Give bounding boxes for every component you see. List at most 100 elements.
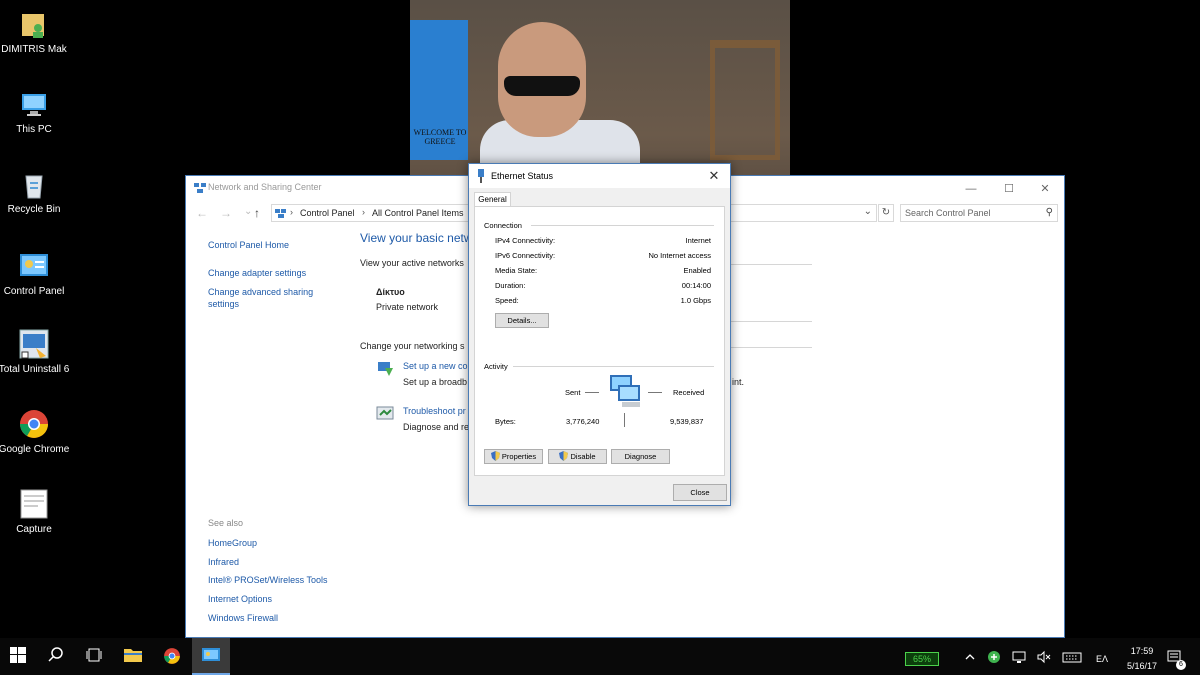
sent-line bbox=[585, 392, 599, 393]
details-button[interactable]: Details... bbox=[495, 313, 549, 328]
uac-shield-icon bbox=[559, 451, 569, 461]
input-language-indicator[interactable]: ΕΛ bbox=[1096, 654, 1108, 664]
recent-locations-icon[interactable]: ⌄ bbox=[244, 206, 252, 217]
network-activity-icon bbox=[610, 375, 640, 407]
start-button[interactable] bbox=[0, 638, 38, 675]
back-arrow-icon[interactable]: ← bbox=[196, 206, 208, 220]
breadcrumb-all-items[interactable]: All Control Panel Items bbox=[372, 208, 464, 218]
media-state-value: Enabled bbox=[683, 266, 711, 275]
dialog-close-button[interactable]: Close bbox=[673, 484, 727, 501]
properties-button[interactable]: Properties bbox=[484, 449, 543, 464]
desktop-icon-recycle-bin[interactable]: Recycle Bin bbox=[0, 168, 70, 216]
up-arrow-icon[interactable]: ↑ bbox=[254, 206, 260, 220]
media-state-label: Media State: bbox=[495, 266, 538, 275]
taskbar bbox=[0, 638, 1200, 675]
desktop-icon-total-uninstall[interactable]: Total Uninstall 6 bbox=[0, 328, 70, 376]
control-panel-home-link[interactable]: Control Panel Home bbox=[208, 239, 289, 251]
chrome-taskbar-button[interactable] bbox=[153, 638, 191, 675]
notification-count-badge: 6 bbox=[1176, 660, 1186, 670]
network-name: Δίκτυο bbox=[376, 287, 405, 297]
see-also-heading: See also bbox=[208, 518, 244, 528]
control-panel-taskbar-button[interactable] bbox=[192, 638, 230, 675]
desktop-icon-user-folder[interactable]: DIMITRIS Mak bbox=[0, 8, 70, 56]
tab-general[interactable]: General bbox=[474, 192, 511, 207]
bytes-sent-value: 3,776,240 bbox=[566, 417, 600, 426]
page-heading: View your basic netw bbox=[360, 231, 473, 245]
show-hidden-icons-icon[interactable] bbox=[965, 649, 975, 665]
diagnose-button[interactable]: Diagnose bbox=[611, 449, 670, 464]
uac-shield-icon bbox=[490, 451, 500, 461]
keyboard-icon[interactable] bbox=[1062, 649, 1082, 665]
wallpaper-sunglasses bbox=[504, 76, 580, 96]
total-uninstall-icon bbox=[19, 329, 49, 359]
setup-connection-description: Set up a broadb bbox=[403, 377, 468, 387]
app-tray-icon[interactable] bbox=[987, 649, 1001, 665]
forward-arrow-icon[interactable]: → bbox=[220, 206, 232, 220]
internet-options-link[interactable]: Internet Options bbox=[208, 593, 272, 605]
speed-value: 1.0 Gbps bbox=[680, 296, 711, 305]
wallpaper-bag-text: WELCOME TO GREECE bbox=[413, 128, 467, 146]
clock-time[interactable]: 17:59 bbox=[1122, 646, 1162, 656]
close-icon[interactable]: ✕ bbox=[704, 167, 724, 185]
desktop-icon-google-chrome[interactable]: Google Chrome bbox=[0, 408, 70, 456]
general-tab-panel: Connection IPv4 Connectivity: Internet I… bbox=[474, 206, 725, 476]
desktop-icon-this-pc[interactable]: This PC bbox=[0, 88, 70, 136]
task-view-icon bbox=[86, 648, 102, 662]
divider bbox=[726, 347, 812, 348]
sent-label: Sent bbox=[565, 388, 581, 397]
divider bbox=[726, 264, 812, 265]
troubleshoot-link[interactable]: Troubleshoot pr bbox=[403, 406, 466, 416]
desktop-icon-label: Google Chrome bbox=[0, 444, 70, 455]
window-title: Network and Sharing Center bbox=[208, 182, 322, 192]
address-dropdown-icon[interactable]: ⌄ bbox=[864, 206, 872, 217]
windows-logo-icon bbox=[10, 647, 26, 663]
desktop-icon-capture[interactable]: Capture bbox=[0, 488, 70, 536]
close-button[interactable]: ✕ bbox=[1030, 180, 1060, 198]
dialog-titlebar[interactable]: Ethernet Status ✕ bbox=[469, 164, 730, 188]
disable-button[interactable]: Disable bbox=[548, 449, 607, 464]
file-explorer-button[interactable] bbox=[114, 638, 152, 675]
breadcrumb-separator: › bbox=[362, 207, 365, 217]
search-icon[interactable]: ⚲ bbox=[1046, 207, 1053, 218]
ipv6-connectivity-value: No Internet access bbox=[648, 251, 711, 260]
divider bbox=[726, 321, 812, 322]
battery-indicator[interactable]: 65% bbox=[905, 652, 939, 666]
ipv4-connectivity-value: Internet bbox=[685, 236, 711, 245]
change-adapter-settings-link[interactable]: Change adapter settings bbox=[208, 267, 306, 279]
change-advanced-sharing-link[interactable]: Change advanced sharing settings bbox=[208, 286, 328, 310]
folder-icon bbox=[124, 649, 142, 662]
setup-connection-link[interactable]: Set up a new co bbox=[403, 361, 468, 371]
breadcrumb-control-panel[interactable]: Control Panel bbox=[300, 208, 355, 218]
desktop-icon-label: DIMITRIS Mak bbox=[1, 44, 67, 55]
maximize-button[interactable]: ☐ bbox=[994, 180, 1024, 198]
windows-firewall-link[interactable]: Windows Firewall bbox=[208, 612, 278, 624]
chrome-icon bbox=[164, 648, 180, 664]
desktop-icon-label: Capture bbox=[16, 524, 52, 535]
clock-date[interactable]: 5/16/17 bbox=[1118, 661, 1166, 671]
intel-proset-link[interactable]: Intel® PROSet/Wireless Tools bbox=[208, 574, 328, 586]
ethernet-status-dialog: Ethernet Status ✕ General Connection IPv… bbox=[468, 163, 731, 506]
refresh-button[interactable]: ↻ bbox=[878, 204, 894, 222]
search-icon bbox=[48, 647, 63, 662]
network-tray-icon[interactable] bbox=[1012, 649, 1026, 665]
group-divider bbox=[531, 225, 714, 226]
control-panel-icon bbox=[20, 254, 48, 276]
homegroup-link[interactable]: HomeGroup bbox=[208, 537, 257, 549]
troubleshoot-icon bbox=[376, 406, 394, 420]
recycle-bin-icon bbox=[25, 175, 43, 199]
chrome-icon bbox=[20, 410, 48, 438]
setup-connection-description-tail: int. bbox=[732, 377, 745, 387]
task-view-button[interactable] bbox=[76, 638, 114, 675]
volume-muted-icon[interactable] bbox=[1037, 649, 1051, 665]
user-folder-icon bbox=[22, 14, 44, 38]
desktop-icon-control-panel[interactable]: Control Panel bbox=[0, 250, 70, 298]
ipv4-connectivity-label: IPv4 Connectivity: bbox=[495, 236, 556, 245]
duration-label: Duration: bbox=[495, 281, 526, 290]
properties-button-label: Properties bbox=[501, 452, 537, 461]
minimize-button[interactable]: — bbox=[956, 180, 986, 198]
search-input[interactable]: Search Control Panel ⚲ bbox=[900, 204, 1058, 222]
group-divider bbox=[513, 366, 714, 367]
infrared-link[interactable]: Infrared bbox=[208, 556, 239, 568]
troubleshoot-description: Diagnose and re bbox=[403, 422, 470, 432]
search-button[interactable] bbox=[38, 638, 76, 675]
